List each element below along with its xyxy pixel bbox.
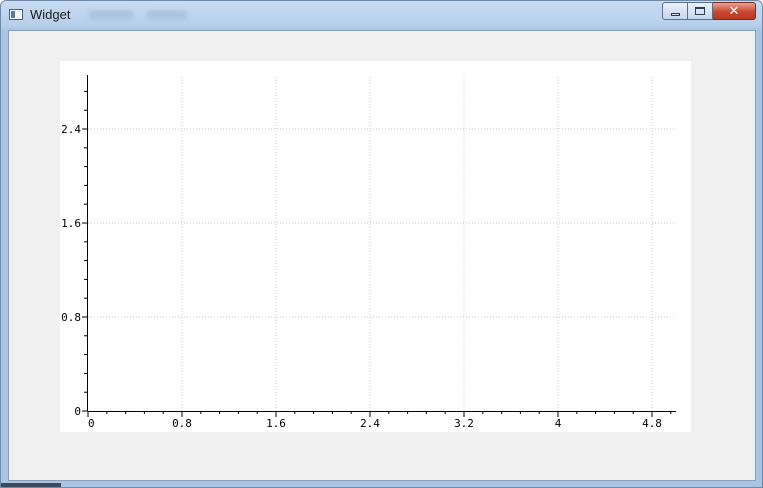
close-icon: ✕ [728,3,740,19]
minimize-icon [670,12,680,16]
title-bar[interactable]: Widget ✕ [1,1,762,30]
y-tick-label: 0 [74,405,81,418]
x-tick-label: 0 [88,417,95,430]
maximize-button[interactable] [688,2,713,20]
blurred-title-decoration [147,10,187,20]
x-tick-label: 0.8 [172,417,192,430]
maximize-icon [695,7,705,15]
x-tick-label: 3.2 [454,417,474,430]
window-title: Widget [30,7,71,22]
x-tick-label: 2.4 [360,417,380,430]
tick-labels: 00.81.62.43.244.800.81.62.43.244.8 [61,29,662,430]
chart: 00.81.62.43.244.800.81.62.43.244.8 [61,29,676,430]
y-tick-label: 0.8 [61,311,81,324]
app-window: Widget ✕ 00.81.62.43.244.800.81.62.43.24… [0,0,763,488]
widget-client-area: 00.81.62.43.244.800.81.62.43.244.8 [8,29,756,481]
blurred-title-decoration [89,10,133,20]
window-bottom-edge [1,483,61,487]
window-controls: ✕ [662,2,756,21]
y-tick-label: 1.6 [61,217,81,230]
axes [87,75,676,412]
close-button[interactable]: ✕ [713,2,756,20]
plot-canvas[interactable]: 00.81.62.43.244.800.81.62.43.244.8 [60,29,691,432]
x-tick-label: 1.6 [266,417,286,430]
y-tick-label: 2.4 [61,123,81,136]
window-icon[interactable] [9,9,23,20]
grid [88,34,676,411]
ticks [82,34,672,417]
minimize-button[interactable] [662,2,688,20]
x-tick-label: 4 [555,417,562,430]
x-tick-label: 4.8 [642,417,662,430]
